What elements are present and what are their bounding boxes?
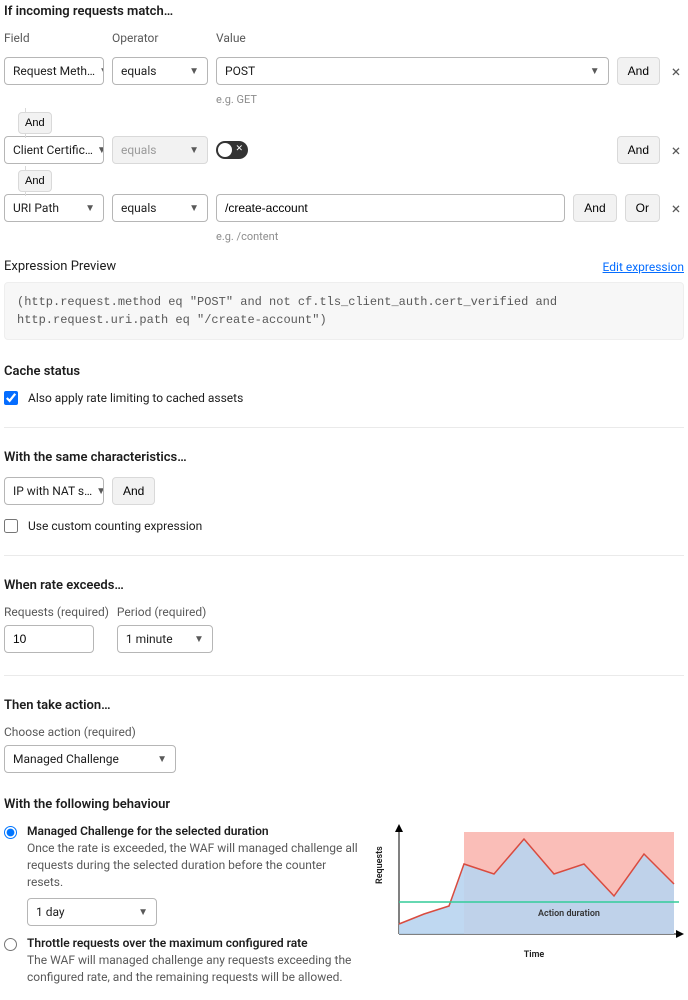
duration-select[interactable]: 1 day▼ [27, 898, 157, 926]
edit-expression-link[interactable]: Edit expression [603, 260, 684, 274]
operator-select[interactable]: equals▼ [112, 194, 208, 222]
value-hint: e.g. /content [216, 230, 596, 243]
and-button[interactable]: And [617, 136, 660, 164]
operator-select-disabled: equals▼ [112, 136, 208, 164]
chart-xlabel: Time [524, 950, 545, 960]
field-select[interactable]: URI Path▼ [4, 194, 104, 222]
chevron-down-icon: ▼ [97, 145, 104, 156]
and-button[interactable]: And [617, 57, 660, 85]
close-icon[interactable]: × [668, 142, 684, 158]
requests-input[interactable] [4, 625, 94, 653]
value-select[interactable]: POST▼ [216, 57, 609, 85]
connector-and-button[interactable]: And [18, 112, 52, 134]
field-select[interactable]: Request Meth…▼ [4, 57, 104, 85]
custom-counting-label: Use custom counting expression [28, 519, 202, 533]
chevron-down-icon: ▼ [590, 66, 600, 77]
custom-counting-checkbox[interactable] [4, 519, 18, 533]
chart-ylabel: Requests [375, 846, 385, 884]
or-button[interactable]: Or [625, 194, 660, 222]
close-icon[interactable]: × [668, 63, 684, 79]
expression-preview-title: Expression Preview [4, 259, 116, 274]
rule-row: URI Path▼ equals▼ And Or × [4, 194, 684, 222]
cache-checkbox[interactable] [4, 391, 18, 405]
behaviour-radio-throttle[interactable] [4, 938, 17, 951]
connector-and-button[interactable]: And [18, 170, 52, 192]
field-select[interactable]: Client Certific…▼ [4, 136, 104, 164]
and-button[interactable]: And [573, 194, 616, 222]
expression-code: (http.request.method eq "POST" and not c… [4, 282, 684, 340]
svg-text:Action duration: Action duration [538, 909, 600, 919]
chevron-down-icon: ▼ [194, 634, 204, 645]
operator-select[interactable]: equals▼ [112, 57, 208, 85]
period-label: Period (required) [117, 605, 213, 619]
chevron-down-icon: ▼ [157, 754, 167, 765]
value-hint: e.g. GET [216, 93, 596, 106]
behaviour-title: With the following behaviour [4, 797, 684, 812]
chevron-down-icon: ▼ [85, 203, 95, 214]
behaviour-opt1-title: Managed Challenge for the selected durat… [27, 824, 364, 838]
chevron-down-icon: ▼ [189, 66, 199, 77]
rule-row: Request Meth…▼ equals▼ POST▼ And × [4, 57, 684, 85]
field-label: Field [4, 31, 104, 45]
cache-checkbox-label: Also apply rate limiting to cached asset… [28, 391, 243, 405]
value-input[interactable] [216, 194, 565, 222]
and-button[interactable]: And [112, 477, 155, 505]
rate-title: When rate exceeds… [4, 578, 684, 593]
cache-status-title: Cache status [4, 364, 684, 379]
behaviour-chart: Requests Time Action duration [384, 824, 684, 944]
close-icon[interactable]: × [668, 200, 684, 216]
chevron-down-icon: ▼ [189, 145, 199, 156]
operator-label: Operator [112, 31, 208, 45]
requests-label: Requests (required) [4, 605, 109, 619]
period-select[interactable]: 1 minute▼ [117, 625, 213, 653]
behaviour-opt1-desc: Once the rate is exceeded, the WAF will … [27, 840, 364, 890]
behaviour-opt2-title: Throttle requests over the maximum confi… [27, 936, 364, 950]
action-title: Then take action… [4, 698, 684, 713]
action-label: Choose action (required) [4, 725, 684, 739]
chevron-down-icon: ▼ [99, 66, 104, 77]
characteristics-select[interactable]: IP with NAT s…▼ [4, 477, 104, 505]
incoming-title: If incoming requests match… [4, 4, 684, 19]
characteristics-title: With the same characteristics… [4, 450, 684, 465]
toggle-switch[interactable] [216, 141, 248, 159]
rule-row: Client Certific…▼ equals▼ And × [4, 136, 684, 164]
chevron-down-icon: ▼ [96, 486, 104, 497]
chevron-down-icon: ▼ [138, 907, 148, 918]
value-label: Value [216, 31, 596, 45]
chevron-down-icon: ▼ [189, 203, 199, 214]
behaviour-radio-duration[interactable] [4, 826, 17, 839]
behaviour-opt2-desc: The WAF will managed challenge any reque… [27, 952, 364, 986]
action-select[interactable]: Managed Challenge▼ [4, 745, 176, 773]
